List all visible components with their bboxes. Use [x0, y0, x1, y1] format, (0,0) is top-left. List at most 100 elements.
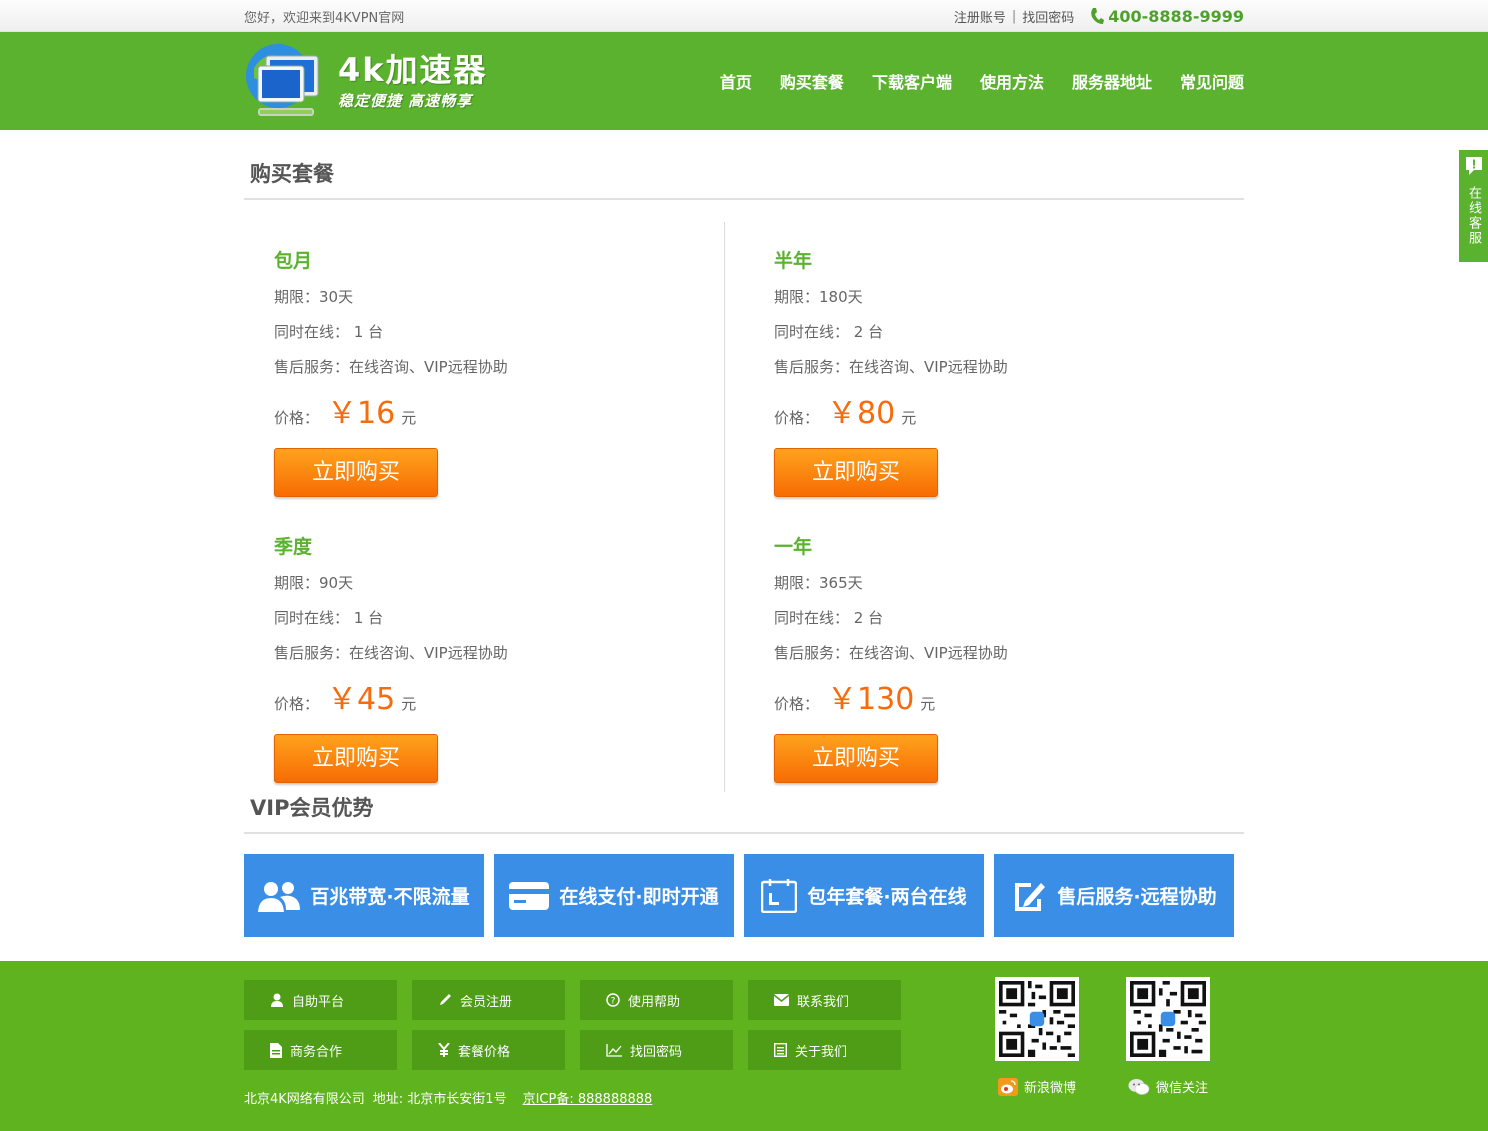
- price-unit: 元: [920, 695, 936, 713]
- footer-link-label: 关于我们: [795, 1044, 848, 1060]
- footer-link-self-service[interactable]: 自助平台: [244, 980, 397, 1020]
- plan-name: 包月: [274, 250, 313, 272]
- plans-section-title: 购买套餐: [244, 158, 1244, 200]
- weibo-qr: 新浪微博: [995, 977, 1079, 1096]
- logo-title: 4k加速器: [338, 50, 488, 89]
- price-unit: 元: [401, 409, 417, 427]
- plan-price: 价格： ￥45 元: [274, 674, 744, 718]
- top-links: 注册账号 | 找回密码 400-8888-9999: [954, 7, 1244, 26]
- plan-service: 售后服务：在线咨询、VIP远程协助: [274, 358, 508, 376]
- footer-link-recover[interactable]: 找回密码: [580, 1030, 733, 1070]
- nav-faq[interactable]: 常见问题: [1180, 69, 1244, 93]
- plan-card: 季度 期限：90天 同时在线： 1 台 售后服务：在线咨询、VIP远程协助 价格…: [244, 508, 744, 794]
- footer-link-label: 商务合作: [290, 1044, 343, 1060]
- phone-icon: [1091, 8, 1105, 24]
- vip-advantages: 百兆带宽·不限流量 在线支付·即时开通 包年套餐·两台在线 售后服务·远程协助: [244, 854, 1244, 937]
- wechat-label[interactable]: 微信关注: [1126, 1077, 1210, 1096]
- buy-now-button[interactable]: 立即购买: [774, 734, 938, 783]
- footer-link-contact[interactable]: 联系我们: [748, 980, 901, 1020]
- logo-subtitle: 稳定便捷 高速畅享: [338, 91, 473, 110]
- register-link[interactable]: 注册账号: [954, 7, 1006, 26]
- company-address: 地址: 北京市长安街1号: [372, 1092, 507, 1107]
- plan-price: 价格： ￥130 元: [774, 674, 1244, 718]
- plan-name: 一年: [774, 536, 813, 558]
- plan-name: 季度: [274, 536, 313, 558]
- footer-link-label: 自助平台: [292, 994, 345, 1010]
- vip-card: 在线支付·即时开通: [494, 854, 734, 937]
- vip-card-label: 包年套餐·两台在线: [807, 886, 967, 908]
- plan-period: 期限：365天: [774, 574, 863, 592]
- card-icon: [509, 881, 550, 910]
- help-icon: ?: [606, 993, 620, 1007]
- plan-devices: 同时在线： 2 台: [774, 609, 884, 627]
- nav-usage[interactable]: 使用方法: [980, 69, 1044, 93]
- footer-info: 北京4K网络有限公司 地址: 北京市长安街1号 京ICP备: 888888888: [244, 1088, 652, 1107]
- qr-code-icon: [1126, 977, 1210, 1061]
- plan-period: 期限：90天: [274, 574, 354, 592]
- price-label: 价格：: [774, 695, 820, 713]
- plan-period: 期限：30天: [274, 288, 354, 306]
- plan-price: 价格： ￥16 元: [274, 388, 744, 432]
- footer-links: 自助平台 会员注册 ? 使用帮助 联系我们 商务合作 套餐价格 找回密码 关于我…: [244, 980, 901, 1070]
- globe-monitor-icon: [246, 44, 319, 116]
- price-unit: 元: [901, 409, 917, 427]
- footer: 自助平台 会员注册 ? 使用帮助 联系我们 商务合作 套餐价格 找回密码 关于我…: [0, 961, 1488, 1131]
- qr-code-icon: [995, 977, 1079, 1061]
- phone-block: 400-8888-9999: [1090, 7, 1244, 26]
- price-label: 价格：: [274, 409, 320, 427]
- buy-now-button[interactable]: 立即购买: [274, 448, 438, 497]
- recover-password-link[interactable]: 找回密码: [1022, 7, 1074, 26]
- vip-card-label: 在线支付·即时开通: [559, 886, 719, 908]
- online-service-label: 在线客服: [1466, 186, 1481, 246]
- weibo-label[interactable]: 新浪微博: [995, 1077, 1079, 1096]
- nav-download-client[interactable]: 下载客户端: [872, 69, 952, 93]
- chart-icon: [606, 1043, 622, 1057]
- buy-now-button[interactable]: 立即购买: [774, 448, 938, 497]
- footer-link-label: 套餐价格: [458, 1044, 511, 1060]
- footer-link-label: 使用帮助: [628, 994, 681, 1010]
- phone-number: 400-8888-9999: [1108, 6, 1244, 26]
- footer-link-business[interactable]: 商务合作: [244, 1030, 397, 1070]
- icp-link[interactable]: 京ICP备: 888888888: [523, 1088, 653, 1107]
- nav-servers[interactable]: 服务器地址: [1072, 69, 1152, 93]
- footer-link-about[interactable]: 关于我们: [748, 1030, 901, 1070]
- plans-grid: 包月 期限：30天 同时在线： 1 台 售后服务：在线咨询、VIP远程协助 价格…: [244, 222, 1244, 792]
- wechat-text: 微信关注: [1155, 1081, 1208, 1096]
- vip-card: 包年套餐·两台在线: [744, 854, 984, 937]
- welcome-text: 您好，欢迎来到4KVPN官网: [244, 10, 405, 26]
- chat-bubble-icon: [1465, 157, 1482, 175]
- online-service-tab[interactable]: 在线客服: [1459, 150, 1488, 262]
- price-value: ￥80: [827, 396, 896, 431]
- nav-buy-plans[interactable]: 购买套餐: [780, 69, 844, 93]
- plan-price: 价格： ￥80 元: [774, 388, 1244, 432]
- plan-service: 售后服务：在线咨询、VIP远程协助: [774, 358, 1008, 376]
- footer-link-pricing[interactable]: 套餐价格: [412, 1030, 565, 1070]
- footer-link-label: 联系我们: [797, 994, 850, 1010]
- plan-card: 半年 期限：180天 同时在线： 2 台 售后服务：在线咨询、VIP远程协助 价…: [744, 222, 1244, 508]
- vip-card-label: 售后服务·远程协助: [1057, 886, 1217, 908]
- footer-link-label: 找回密码: [630, 1044, 683, 1060]
- plan-card: 一年 期限：365天 同时在线： 2 台 售后服务：在线咨询、VIP远程协助 价…: [744, 508, 1244, 794]
- vip-card: 百兆带宽·不限流量: [244, 854, 484, 937]
- price-value: ￥130: [827, 682, 915, 717]
- plan-name: 半年: [774, 250, 813, 272]
- plan-devices: 同时在线： 2 台: [774, 323, 884, 341]
- nav-home[interactable]: 首页: [720, 69, 752, 93]
- footer-link-register[interactable]: 会员注册: [412, 980, 565, 1020]
- plan-period: 期限：180天: [774, 288, 863, 306]
- svg-text:?: ?: [611, 997, 616, 1007]
- price-value: ￥16: [327, 396, 396, 431]
- main-nav: 首页 购买套餐 下载客户端 使用方法 服务器地址 常见问题: [720, 69, 1244, 93]
- wechat-qr: 微信关注: [1126, 977, 1210, 1096]
- vip-card: 售后服务·远程协助: [994, 854, 1234, 937]
- logo[interactable]: 4k加速器 稳定便捷 高速畅享: [244, 38, 488, 124]
- plan-service: 售后服务：在线咨询、VIP远程协助: [274, 644, 508, 662]
- document-icon: [270, 1042, 282, 1058]
- weibo-text: 新浪微博: [1023, 1081, 1076, 1096]
- top-bar: 您好，欢迎来到4KVPN官网 注册账号 | 找回密码 400-8888-9999: [0, 0, 1488, 32]
- user-icon: [271, 993, 283, 1007]
- buy-now-button[interactable]: 立即购买: [274, 734, 438, 783]
- footer-link-help[interactable]: ? 使用帮助: [580, 980, 733, 1020]
- plan-devices: 同时在线： 1 台: [274, 323, 384, 341]
- vip-section-title: VIP会员优势: [244, 792, 1244, 834]
